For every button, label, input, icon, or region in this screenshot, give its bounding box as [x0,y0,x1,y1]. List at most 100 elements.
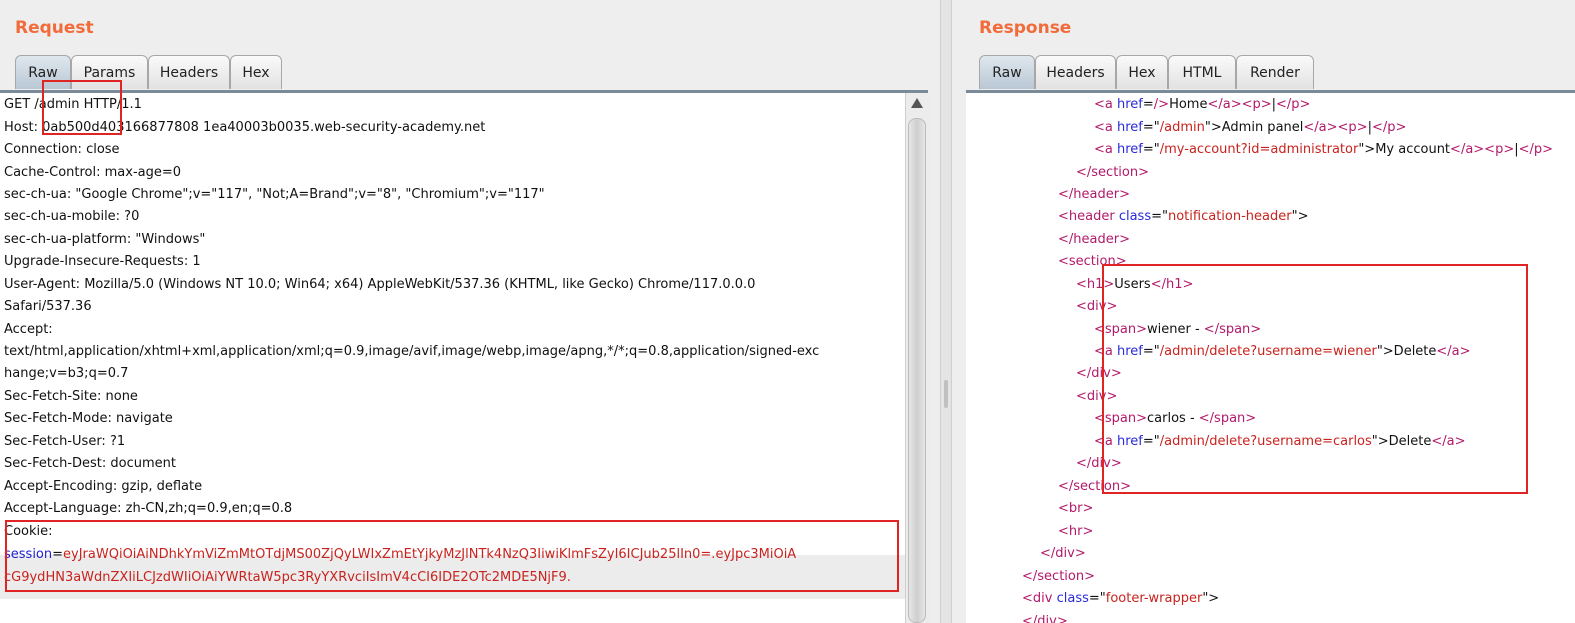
response-line: </section> [1076,162,1149,184]
response-token: Users [1114,277,1151,292]
response-token: </span> [1203,322,1262,337]
response-line: <section> [1058,251,1127,273]
request-scrollbar[interactable] [905,93,929,623]
response-token: =" [1142,120,1160,135]
response-token: </p> [1276,97,1311,112]
response-line: <div class="footer-wrapper"> [1022,588,1219,610]
request-line: Connection: close [4,142,120,157]
response-token: href [1117,142,1143,157]
request-line: hange;v=b3;q=0.7 [4,366,129,381]
response-tab-hex[interactable]: Hex [1116,55,1168,89]
response-token: <h1> [1076,277,1115,292]
response-tab-raw[interactable]: Raw [979,55,1035,89]
response-token: /my-account?id=administrator [1159,142,1359,157]
response-token: /> [1153,97,1170,112]
response-token: </div> [1076,456,1122,471]
response-token: href [1117,97,1143,112]
response-token: =" [1151,209,1168,224]
response-token: class [1118,209,1152,224]
response-token: <a [1094,344,1117,359]
response-token: </header> [1058,232,1130,247]
request-line: text/html,application/xhtml+xml,applicat… [4,344,820,359]
cookie-value-part2: cG9ydHN3aWdnZXIiLCJzdWIiOiAiYWRtaW5pc3Ry… [4,570,571,585]
response-editor[interactable]: <a href=/>Home</a><p>|</p> <a href="/admi… [966,93,1575,623]
response-token: <a [1094,97,1117,112]
response-line: </section> [1058,476,1131,498]
response-token: = [1142,97,1154,112]
response-token: </h1> [1150,277,1194,292]
response-line: </div> [1040,543,1086,565]
request-line: Accept-Encoding: gzip, deflate [4,479,203,494]
cookie-session-line: session=eyJraWQiOiAiNDhkYmViZmMtOTdjMS00… [4,544,796,566]
cookie-key: session [4,547,53,562]
response-token: wiener - [1147,322,1204,337]
response-line: <a href="/admin/delete?username=wiener">… [1094,341,1471,363]
response-token: </p> [1371,120,1407,135]
request-tab-headers[interactable]: Headers [148,55,230,89]
response-tab-render[interactable]: Render [1236,55,1314,89]
response-token: </p> [1518,142,1554,157]
response-token: /admin/delete?username=carlos [1159,434,1372,449]
response-line: <div> [1076,296,1117,318]
response-tab-headers[interactable]: Headers [1035,55,1116,89]
request-line: Accept-Language: zh-CN,zh;q=0.9,en;q=0.8 [4,501,293,516]
request-line: Host: 0ab500d403166877808 1ea40003b0035.… [4,120,486,135]
request-line: Safari/537.36 [4,299,92,314]
response-line: <h1>Users</h1> [1076,274,1193,296]
request-line: Sec-Fetch-Dest: document [4,456,177,471]
response-token: ">Delete [1376,344,1437,359]
request-line: Sec-Fetch-Mode: navigate [4,411,173,426]
response-line: <a href="/my-account?id=administrator">M… [1094,139,1553,161]
response-token: <div> [1076,299,1118,314]
response-token: notification-header [1167,209,1292,224]
response-token: =" [1142,434,1160,449]
request-tab-raw[interactable]: Raw [15,55,71,89]
response-token: </a><p> [1303,120,1368,135]
response-line: </div> [1076,453,1122,475]
response-token: <hr> [1058,524,1094,539]
response-line: </div> [1022,611,1068,623]
response-line: <a href="/admin">Admin panel</a><p>|</p> [1094,117,1406,139]
request-line: Cache-Control: max-age=0 [4,165,182,180]
scroll-up-arrow-icon[interactable] [911,98,923,108]
response-token: </span> [1198,411,1257,426]
response-line: <a href=/>Home</a><p>|</p> [1094,94,1310,116]
response-line: <br> [1058,498,1093,520]
response-token: =" [1142,142,1160,157]
request-line: sec-ch-ua: "Google Chrome";v="117", "Not… [4,187,545,202]
response-token: /admin [1159,120,1205,135]
response-token: </div> [1040,546,1086,561]
response-token: <a [1094,120,1117,135]
request-line: sec-ch-ua-platform: "Windows" [4,232,206,247]
response-token: <br> [1058,501,1094,516]
response-token: Home [1169,97,1208,112]
response-token: =" [1088,591,1106,606]
response-token: </a> [1431,434,1466,449]
response-token: </section> [1022,569,1095,584]
response-token: class [1056,591,1089,606]
response-line: <hr> [1058,521,1093,543]
response-token: <span> [1094,411,1148,426]
request-line: User-Agent: Mozilla/5.0 (Windows NT 10.0… [4,277,756,292]
pane-divider[interactable] [940,0,952,623]
divider-grip[interactable] [944,380,948,408]
cookie-eq: = [52,547,64,562]
response-line: </header> [1058,229,1130,251]
request-tab-params[interactable]: Params [71,55,148,89]
request-line: Cookie: [4,524,53,539]
response-token: </section> [1058,479,1131,494]
response-tab-html[interactable]: HTML [1168,55,1236,89]
response-token: </div> [1076,366,1122,381]
request-tab-hex[interactable]: Hex [230,55,282,89]
request-line: Sec-Fetch-User: ?1 [4,434,126,449]
response-token: href [1117,434,1143,449]
response-line: </header> [1058,184,1130,206]
response-line: </div> [1076,363,1122,385]
response-token: <div [1022,591,1057,606]
response-line: <span>carlos - </span> [1094,408,1256,430]
response-token: ">My account [1358,142,1451,157]
scroll-thumb[interactable] [908,118,926,623]
request-editor[interactable]: GET /admin HTTP/1.1 Host: 0ab500d4031668… [0,93,905,623]
response-token: <span> [1094,322,1148,337]
request-line: GET /admin HTTP/1.1 [4,97,142,112]
